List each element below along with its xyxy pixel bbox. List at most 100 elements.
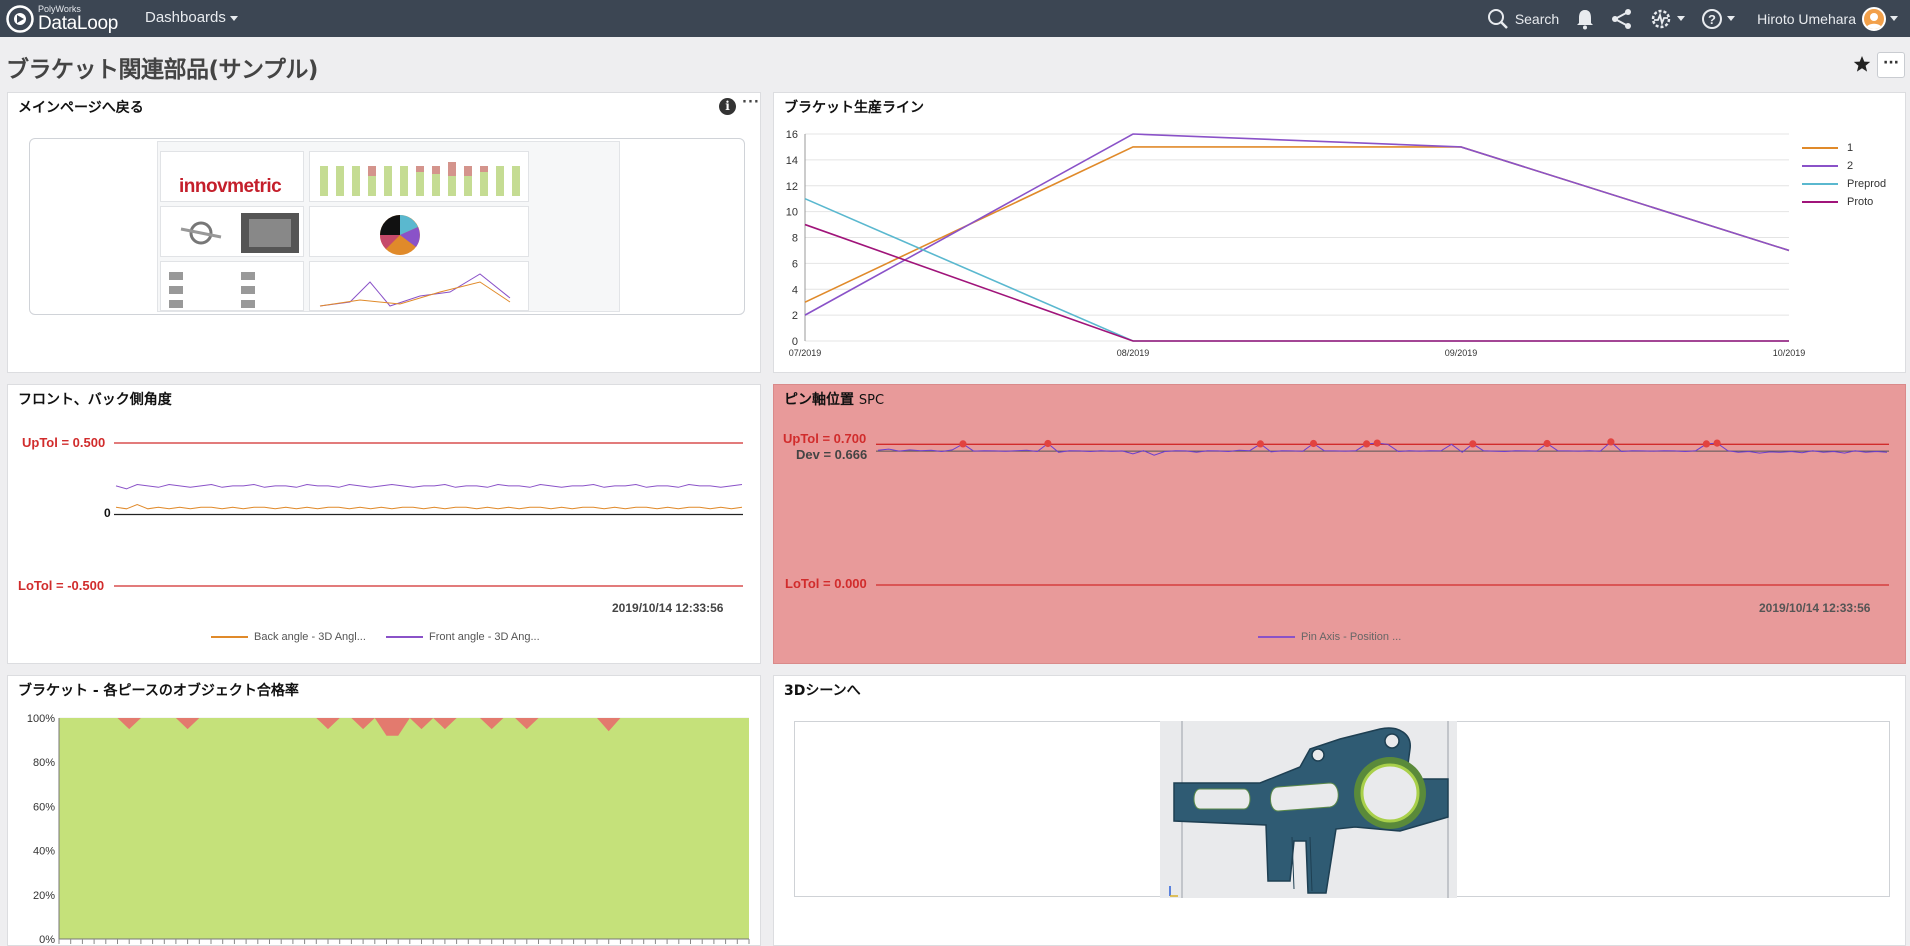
preview-list-cell: [160, 261, 304, 311]
dashboard-more-button[interactable]: ···: [1877, 52, 1905, 78]
pass-area: [59, 718, 749, 939]
3d-viewport: [1160, 721, 1457, 898]
panel-main-page: メインページへ戻る i ··· innovmetric: [7, 92, 761, 373]
chart-legend: 1 2 Preprod Proto: [1802, 142, 1886, 208]
preview-dashboard: innovmetric: [157, 141, 620, 312]
preview-line-cell: [309, 261, 529, 311]
legend-back-angle[interactable]: Back angle - 3D Angl...: [211, 631, 366, 643]
out-of-tolerance-point: [1543, 439, 1551, 448]
search-button[interactable]: Search: [1487, 8, 1559, 30]
panel-pin-axis-spc: ピン軸位置 SPC UpTol = 0.700 Dev = 0.666 LoTo…: [773, 384, 1906, 664]
timestamp: 2019/10/14 12:33:56: [612, 601, 724, 615]
legend-item[interactable]: Proto: [1802, 196, 1886, 208]
y-tick-label: 14: [786, 155, 798, 167]
notifications-button[interactable]: [1575, 8, 1595, 30]
chevron-down-icon: [1890, 16, 1898, 21]
production-line-chart: 0 2 4 6 8 10 12 14 16 07/2019 08/2019 09/2019 10/201…: [786, 129, 1806, 358]
legend-label: 1: [1847, 142, 1854, 154]
info-icon[interactable]: i: [719, 98, 736, 115]
timestamp: 2019/10/14 12:33:56: [1759, 601, 1871, 615]
brand-name-text: DataLoop: [38, 12, 119, 34]
series-line-1: [804, 146, 1790, 303]
up-tol-label: UpTol = 0.700: [783, 431, 867, 446]
help-menu[interactable]: ?: [1701, 8, 1736, 30]
x-tick-label: 09/2019: [1445, 348, 1478, 358]
share-icon: [1612, 8, 1632, 29]
search-icon: [1487, 8, 1508, 29]
spc-chart: [876, 438, 1889, 586]
series-line-proto: [804, 223, 1789, 342]
user-name: Hiroto Umehara: [1757, 10, 1856, 27]
angle-chart: [114, 442, 743, 587]
series-line-2: [804, 133, 1790, 316]
svg-text:?: ?: [1708, 12, 1716, 27]
out-of-tolerance-point: [1256, 440, 1264, 448]
x-tick-label: 08/2019: [1117, 348, 1150, 358]
user-menu[interactable]: Hiroto Umehara: [1751, 6, 1898, 31]
axis-gizmo-icon: [1169, 886, 1178, 897]
preview-parts-cell: [160, 206, 304, 257]
out-of-tolerance-point: [1363, 440, 1371, 448]
brand-logo[interactable]: PolyWorks DataLoop: [6, 3, 118, 34]
y-tick-label: 40%: [33, 846, 55, 858]
panel-angle: フロント、バック側角度 UpTol = 0.500 0 LoTol = -0.5…: [7, 384, 761, 664]
y-tick-label: 2: [792, 310, 798, 322]
out-of-tolerance-point: [1469, 440, 1477, 448]
legend-label: Preprod: [1847, 178, 1887, 190]
settings-menu[interactable]: [1649, 7, 1686, 31]
innovmetric-logo: innovmetric: [179, 176, 282, 197]
lo-tol-label: LoTol = -0.500: [18, 578, 105, 593]
chevron-down-icon: [1677, 16, 1686, 21]
y-tick-label: 0%: [39, 934, 55, 946]
y-tick-label: 6: [792, 258, 798, 270]
dev-label: Dev = 0.666: [796, 447, 868, 462]
legend-swatch: [1802, 183, 1838, 185]
series-line-preprod: [804, 197, 1789, 342]
gear-pulse-icon: [1651, 9, 1671, 28]
out-of-tolerance-point: [959, 440, 967, 448]
out-of-tolerance-point: [1373, 439, 1381, 447]
out-of-tolerance-point: [1607, 438, 1615, 446]
favorite-star-icon[interactable]: [1853, 55, 1871, 73]
legend-front-angle[interactable]: Front angle - 3D Ang...: [386, 631, 540, 643]
x-tick-label: 10/2019: [1773, 348, 1806, 358]
y-tick-label: 80%: [33, 757, 55, 769]
legend-pin-axis[interactable]: Pin Axis - Position ...: [1258, 631, 1401, 643]
bell-icon: [1577, 9, 1594, 29]
main-page-preview[interactable]: innovmetric: [29, 138, 745, 315]
legend-item[interactable]: 2: [1802, 160, 1886, 172]
share-button[interactable]: [1611, 8, 1633, 30]
panel-production-line: ブラケット生産ライン 0 2 4 6 8 10 12 14 16 07/2019 08/2019 09…: [773, 92, 1906, 373]
legend-label: 2: [1847, 160, 1854, 172]
panel-more-icon[interactable]: ···: [742, 95, 760, 110]
preview-bar-chart: [320, 162, 520, 196]
y-tick-label: 100%: [27, 713, 55, 725]
page-title: ブラケット関連部品(サンプル): [6, 57, 318, 83]
legend-item[interactable]: 1: [1802, 142, 1886, 154]
panel-title: 3Dシーンへ: [784, 683, 861, 699]
out-of-tolerance-point: [1044, 439, 1052, 448]
dashboards-label: Dashboards: [145, 9, 226, 26]
preview-pie-cell: [309, 206, 529, 257]
x-tick-label: 07/2019: [789, 348, 822, 358]
series-line: [115, 483, 743, 490]
bracket-part-image: [1169, 721, 1449, 898]
legend-swatch: [1802, 147, 1838, 149]
out-of-tolerance-point: [1713, 439, 1721, 447]
chevron-down-icon: [1727, 16, 1736, 21]
search-label: Search: [1514, 10, 1560, 27]
legend-swatch: [1802, 165, 1838, 167]
y-tick-label: 60%: [33, 801, 55, 813]
chevron-down-icon: [229, 15, 238, 21]
y-tick-label: 10: [786, 207, 798, 219]
y-tick-label: 20%: [33, 890, 55, 902]
dashboards-menu[interactable]: Dashboards: [145, 9, 238, 26]
lo-tol-label: LoTol = 0.000: [785, 576, 867, 591]
y-tick-label: 0: [792, 336, 798, 348]
out-of-tolerance-point: [1702, 440, 1710, 448]
preview-bar-cell: [309, 151, 529, 202]
legend-item[interactable]: Preprod: [1802, 178, 1886, 190]
3d-scene-preview[interactable]: [794, 721, 1890, 898]
series-line: [115, 503, 743, 510]
dataloop-logo-icon: [6, 4, 34, 33]
